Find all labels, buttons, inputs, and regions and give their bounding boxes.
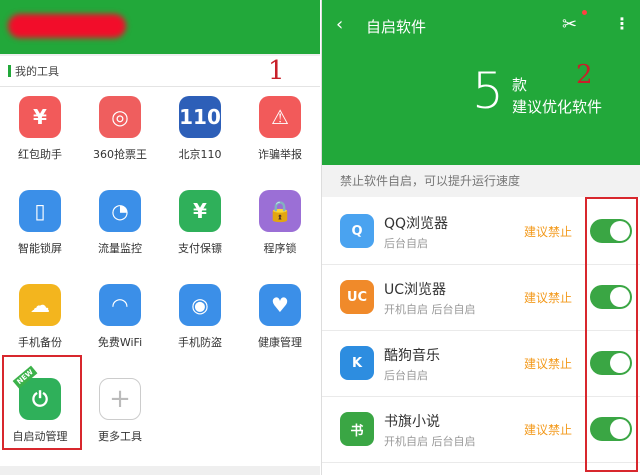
- tool-alarm[interactable]: ⚠ 诈骗举报: [240, 96, 320, 186]
- data-monitor-icon: ◔: [99, 190, 141, 232]
- alarm-icon: ⚠: [259, 96, 301, 138]
- app-name: UC浏览器: [384, 282, 447, 298]
- tool-anti-theft[interactable]: ◉ 手机防盗: [160, 284, 240, 374]
- annotation-number-2: 2: [576, 60, 593, 90]
- tool-wifi[interactable]: ◠ 免费WiFi: [80, 284, 160, 374]
- notification-dot: [582, 10, 587, 15]
- app-lock-icon: 🔒: [259, 190, 301, 232]
- police-badge-icon: 110: [179, 96, 221, 138]
- optimize-count: 5: [472, 62, 504, 120]
- autostart-panel: ‹ 自启软件 ✂ ⋮ 5 款 建议优化软件 2 禁止软件自启，可以提升运行速度 …: [321, 0, 640, 475]
- tool-label: 诈骗举报: [258, 148, 302, 161]
- section-title-bar: [8, 65, 11, 77]
- tool-police-badge[interactable]: 110 北京110: [160, 96, 240, 186]
- app-autostart-type: 后台自启: [384, 369, 428, 382]
- hint-text: 禁止软件自启，可以提升运行速度: [322, 165, 640, 197]
- tools-panel: 我的工具 ¥ 红包助手 ◎ 360抢票王 110 北京110 ⚠ 诈骗举报 ▯ 智能锁屏 ◔ 流量监控…: [0, 0, 320, 475]
- tool-plus[interactable]: + 更多工具: [80, 378, 160, 468]
- tool-label: 智能锁屏: [18, 242, 62, 255]
- tool-payment-shield[interactable]: ¥ 支付保镖: [160, 190, 240, 280]
- tool-label: 手机备份: [18, 336, 62, 349]
- tool-label: 360抢票王: [93, 148, 147, 161]
- tool-red-envelope[interactable]: ¥ 红包助手: [0, 96, 80, 186]
- autostart-header: ‹ 自启软件 ✂ ⋮ 5 款 建议优化软件 2: [322, 0, 640, 165]
- count-unit: 款: [512, 76, 528, 94]
- tool-ticket[interactable]: ◎ 360抢票王: [80, 96, 160, 186]
- advice-label: 建议禁止: [524, 291, 573, 305]
- advice-label: 建议禁止: [524, 423, 573, 437]
- app-name: QQ浏览器: [384, 216, 449, 232]
- tool-label: 支付保镖: [178, 242, 222, 255]
- tool-label: 红包助手: [18, 148, 62, 161]
- tool-label: 程序锁: [263, 242, 297, 255]
- tool-label: 流量监控: [98, 242, 142, 255]
- scissors-icon[interactable]: ✂: [562, 14, 577, 35]
- highlight-box-toggles: [585, 197, 638, 472]
- health-icon: ♥: [259, 284, 301, 326]
- wifi-icon: ◠: [99, 284, 141, 326]
- tools-header: [0, 0, 320, 54]
- advice-label: 建议禁止: [524, 357, 573, 371]
- section-title-text: 我的工具: [15, 65, 59, 78]
- app-autostart-type: 后台自启: [384, 237, 428, 250]
- divider: [0, 86, 320, 87]
- red-envelope-icon: ¥: [19, 96, 61, 138]
- tool-label: 北京110: [178, 148, 222, 161]
- tool-data-monitor[interactable]: ◔ 流量监控: [80, 190, 160, 280]
- tool-label: 免费WiFi: [97, 336, 143, 349]
- more-menu-icon[interactable]: ⋮: [614, 14, 630, 33]
- tool-health[interactable]: ♥ 健康管理: [240, 284, 320, 374]
- qq-browser-icon: Q: [340, 214, 374, 248]
- page-title: 自启软件: [366, 18, 427, 36]
- plus-icon: +: [99, 378, 141, 420]
- app-name: 酷狗音乐: [384, 348, 440, 364]
- back-arrow-icon[interactable]: ‹: [336, 14, 343, 35]
- cloud-backup-icon: ☁: [19, 284, 61, 326]
- app-name: 书旗小说: [384, 414, 440, 430]
- tool-label: 健康管理: [258, 336, 302, 349]
- section-title: 我的工具: [8, 64, 59, 78]
- tool-lock-screen[interactable]: ▯ 智能锁屏: [0, 190, 80, 280]
- ticket-icon: ◎: [99, 96, 141, 138]
- app-autostart-type: 开机自启 后台自启: [384, 435, 476, 448]
- anti-theft-icon: ◉: [179, 284, 221, 326]
- advice-label: 建议禁止: [524, 225, 573, 239]
- shuqi-icon: 书: [340, 412, 374, 446]
- kugou-icon: K: [340, 346, 374, 380]
- redacted-title: [8, 14, 126, 38]
- highlight-box-autostart: [2, 355, 82, 450]
- tool-app-lock[interactable]: 🔒 程序锁: [240, 190, 320, 280]
- tool-label: 更多工具: [98, 430, 142, 443]
- app-autostart-type: 开机自启 后台自启: [384, 303, 476, 316]
- uc-browser-icon: UC: [340, 280, 374, 314]
- tool-label: 手机防盗: [178, 336, 222, 349]
- lock-screen-icon: ▯: [19, 190, 61, 232]
- annotation-number-1: 1: [268, 56, 285, 86]
- count-subtitle: 建议优化软件: [512, 98, 603, 116]
- payment-shield-icon: ¥: [179, 190, 221, 232]
